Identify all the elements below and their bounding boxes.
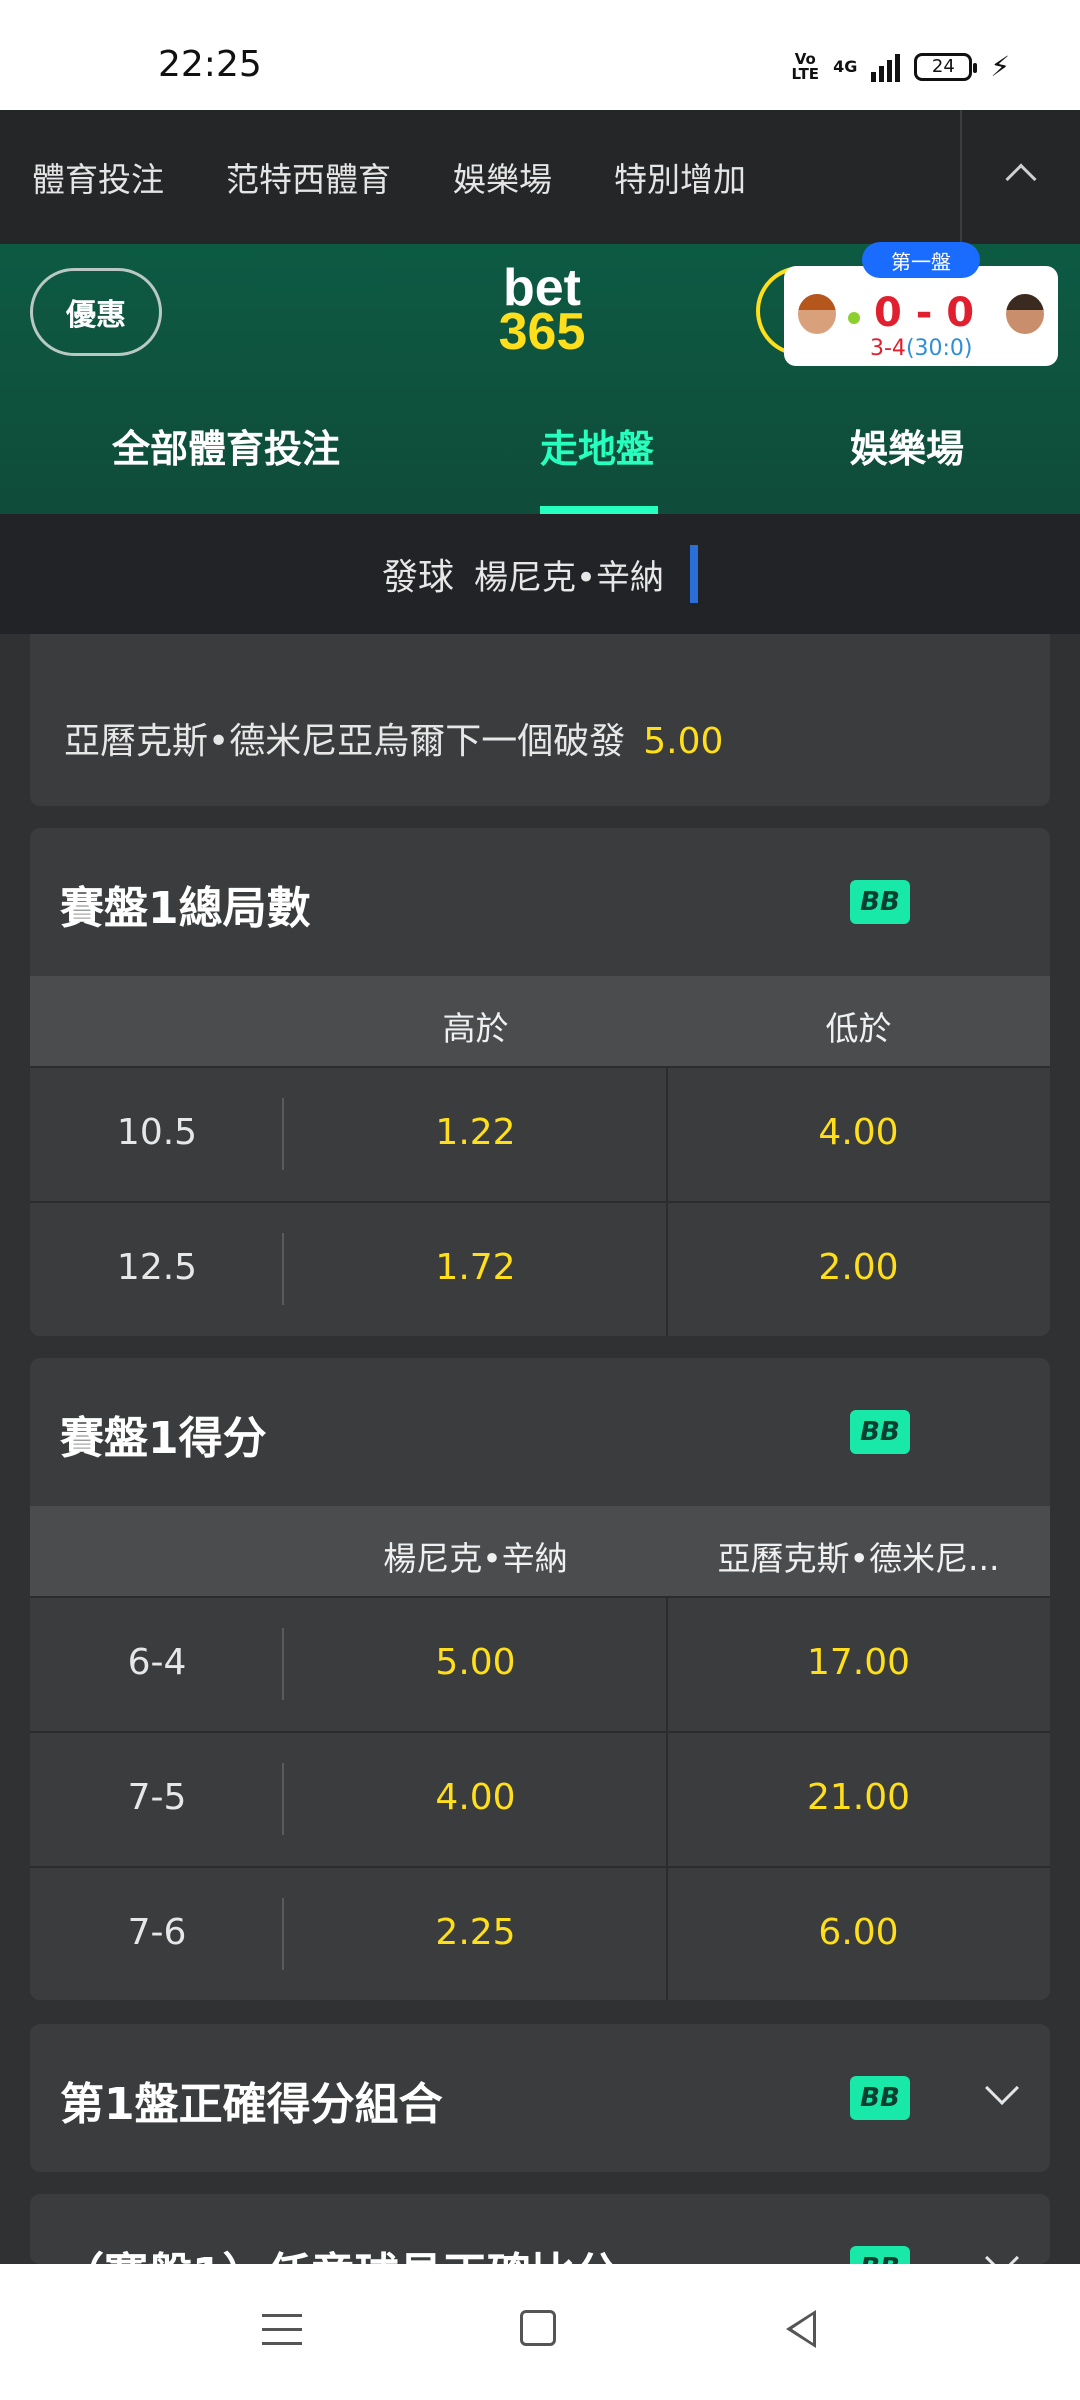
battery-icon: 24 [914,52,978,81]
chevron-down-icon[interactable] [985,2071,1019,2105]
odds-button[interactable]: 2.25 [284,1912,667,1953]
status-bar: 22:25 Vo LTE 4G 24 ⚡ [0,0,1080,110]
odds-button[interactable]: 6.00 [667,1912,1050,1953]
market-title: 第1盤正確得分組合 [60,2079,443,2130]
recent-apps-icon[interactable] [262,2314,302,2346]
odds-button[interactable]: 1.72 [284,1247,667,1288]
line-label: 10.5 [116,1112,198,1153]
score-label: 6-4 [127,1642,187,1683]
market-row: 7-6 2.25 6.00 [30,1866,1050,2000]
active-tab-indicator [540,506,658,514]
odds-button[interactable]: 21.00 [667,1777,1050,1818]
player-avatar-deminaur [1006,294,1044,334]
bet-builder-badge: BB [850,2076,910,2120]
promotions-button[interactable]: 優惠 [30,268,162,356]
market-next-break: 亞曆克斯•德米尼亞烏爾下一個破發 5.00 [30,634,1050,806]
odds-button[interactable]: 5.00 [284,1642,667,1683]
market-title: 賽盤1得分 [60,1413,267,1464]
back-icon[interactable] [786,2310,816,2348]
odds-button[interactable]: 17.00 [667,1642,1050,1683]
nav-item-casino[interactable]: 娛樂場 [453,153,552,201]
odds-button[interactable]: 2.00 [667,1247,1050,1288]
bet-builder-badge: BB [850,880,910,924]
tab-casino[interactable]: 娛樂場 [850,418,964,473]
market-columns: 高於 低於 [30,976,1050,1066]
volte-icon: Vo LTE [791,49,820,83]
nav-item-fantasy[interactable]: 范特西體育 [226,153,391,201]
market-row: 6-4 5.00 17.00 [30,1596,1050,1733]
odds: 5.00 [643,721,724,762]
market-row: 10.5 1.22 4.00 [30,1066,1050,1203]
column-player2: 亞曆克斯•德米尼... [717,1539,1000,1578]
column-over: 高於 [442,1009,509,1048]
odds-button[interactable]: 4.00 [284,1777,667,1818]
status-icons: Vo LTE 4G 24 ⚡ [792,50,1011,83]
main-tabs: 全部體育投注 走地盤 娛樂場 [0,394,1080,514]
live-score-widget[interactable]: 第一盤 0 - 0 3-4(30:0) [784,242,1058,366]
set-badge: 第一盤 [862,242,980,278]
market-title: 賽盤1總局數 [60,883,311,934]
collapse-icon[interactable] [1005,163,1037,195]
serving-indicator [690,545,699,603]
score-label: 7-5 [127,1777,187,1818]
next-break-selection[interactable]: 亞曆克斯•德米尼亞烏爾下一個破發 5.00 [64,712,723,764]
market-set1-correct-score-group[interactable]: 第1盤正確得分組合 BB [30,2024,1050,2172]
serving-label: 發球 [381,557,454,598]
player-avatar-sinner [798,294,836,334]
set-score: 0 - 0 [874,290,975,336]
odds-button[interactable]: 4.00 [667,1112,1050,1153]
market-header[interactable]: 第1盤正確得分組合 BB [30,2024,1050,2172]
nav-item-special[interactable]: 特別增加 [614,153,746,201]
clock: 22:25 [158,44,262,85]
market-set1-total-games: 賽盤1總局數 BB 高於 低於 10.5 1.22 4.00 12.5 1.72… [30,828,1050,1336]
market-set1-score: 賽盤1得分 BB 楊尼克•辛納 亞曆克斯•德米尼... 6-4 5.00 17.… [30,1358,1050,2000]
column-under: 低於 [825,1009,892,1048]
market-header[interactable]: 賽盤1總局數 BB [30,828,1050,976]
bet-builder-badge: BB [850,1410,910,1454]
battery-level: 24 [931,56,955,77]
tab-all-sports[interactable]: 全部體育投注 [112,418,340,473]
market-columns: 楊尼克•辛納 亞曆克斯•德米尼... [30,1506,1050,1596]
game-score: 3-4(30:0) [870,336,973,361]
app-header: 優惠 bet 365 第一盤 0 - 0 3-4(30:0) 全部體育投注 走地… [0,242,1080,514]
chevron-down-icon[interactable] [985,2241,1019,2264]
charging-icon: ⚡ [990,50,1010,83]
serving-player: 楊尼克•辛納 [473,557,665,598]
market-row: 12.5 1.72 2.00 [30,1201,1050,1336]
serving-bar: 發球 楊尼克•辛納 [0,514,1080,634]
nav-item-sports[interactable]: 體育投注 [32,153,164,201]
nav-divider [960,110,962,244]
system-navigation-bar [0,2264,1080,2400]
market-header[interactable]: 賽盤1得分 BB [30,1358,1050,1506]
home-icon[interactable] [520,2310,556,2346]
tennis-ball-icon [848,312,860,324]
bet-builder-badge: BB [850,2246,910,2264]
tab-in-play[interactable]: 走地盤 [540,418,654,473]
column-player1: 楊尼克•辛納 [383,1539,568,1578]
top-category-nav: 體育投注 范特西體育 娛樂場 特別增加 [0,110,1080,244]
market-row: 7-5 4.00 21.00 [30,1731,1050,1868]
odds-button[interactable]: 1.22 [284,1112,667,1153]
market-header[interactable]: （賽盤1）任意球員正確比分 BB [30,2194,1050,2264]
signal-icon [871,52,901,82]
bet365-logo[interactable]: bet 365 [492,262,592,358]
network-type: 4G [833,57,858,76]
market-title: （賽盤1）任意球員正確比分 [60,2238,619,2264]
market-any-player-correct-score[interactable]: （賽盤1）任意球員正確比分 BB [30,2194,1050,2264]
score-label: 7-6 [127,1912,187,1953]
line-label: 12.5 [116,1247,198,1288]
